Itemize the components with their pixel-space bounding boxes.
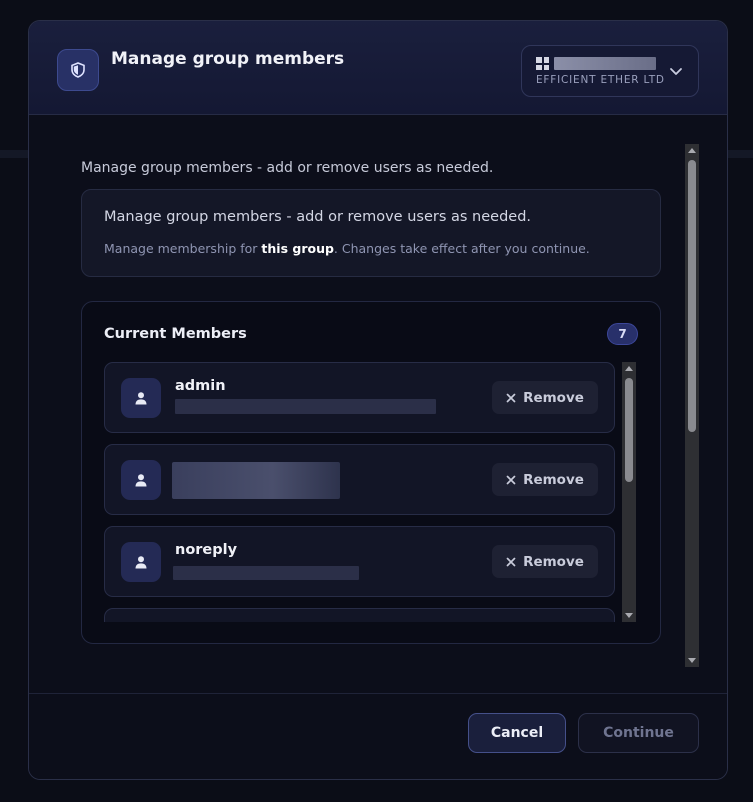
info-sub-bold: this group — [261, 241, 334, 256]
member-name: noreply — [175, 542, 238, 558]
remove-label: Remove — [523, 389, 584, 406]
user-icon — [121, 460, 161, 500]
scrollbar-thumb[interactable] — [688, 160, 696, 432]
scroll-up-icon[interactable] — [625, 365, 633, 373]
dialog-scrollbar[interactable] — [685, 144, 699, 667]
members-title: Current Members — [104, 326, 247, 342]
close-icon — [506, 393, 516, 402]
info-title: Manage group members - add or remove use… — [104, 209, 532, 225]
info-sub-prefix: Manage membership for — [104, 241, 262, 256]
shield-icon — [57, 49, 99, 91]
dialog-description: Manage group members - add or remove use… — [81, 160, 494, 176]
info-sub-suffix: . Changes take effect after you continue… — [333, 241, 590, 256]
remove-label: Remove — [523, 471, 584, 488]
member-name-redacted — [172, 462, 340, 499]
backdrop-strip — [728, 150, 753, 158]
remove-button[interactable]: Remove — [492, 381, 598, 414]
info-box: Manage group members - add or remove use… — [81, 189, 661, 277]
scroll-up-icon[interactable] — [688, 147, 696, 155]
dialog-header: Manage group members EFFICIENT ETHER LTD — [29, 21, 727, 115]
remove-button[interactable]: Remove — [492, 463, 598, 496]
remove-button[interactable]: Remove — [492, 545, 598, 578]
dialog-footer: Cancel Continue — [29, 693, 727, 779]
remove-label: Remove — [523, 553, 584, 570]
chevron-down-icon[interactable] — [668, 63, 684, 79]
member-row-redacted: Remove — [104, 444, 615, 515]
cancel-button[interactable]: Cancel — [468, 713, 566, 753]
continue-button[interactable]: Continue — [578, 713, 699, 753]
org-name-redacted — [554, 57, 656, 70]
member-list[interactable]: admin Remove Remove noreply Remove — [104, 362, 616, 622]
member-email-redacted — [173, 566, 359, 580]
manage-members-dialog: Manage group members EFFICIENT ETHER LTD… — [28, 20, 728, 780]
member-row-admin: admin Remove — [104, 362, 615, 433]
scrollbar-thumb[interactable] — [625, 378, 633, 482]
member-name: admin — [175, 378, 226, 394]
user-icon — [121, 542, 161, 582]
current-members-card: Current Members 7 admin Remove Remove no… — [81, 301, 661, 644]
member-row-noreply: noreply Remove — [104, 526, 615, 597]
close-icon — [506, 475, 516, 484]
scroll-down-icon[interactable] — [688, 656, 696, 664]
close-icon — [506, 557, 516, 566]
member-email-redacted — [175, 399, 436, 414]
org-subtitle: EFFICIENT ETHER LTD — [536, 74, 665, 86]
info-subtitle: Manage membership for this group. Change… — [104, 241, 590, 256]
dialog-body: Manage group members - add or remove use… — [29, 116, 727, 694]
backdrop-strip — [0, 150, 28, 158]
member-list-scrollbar[interactable] — [622, 362, 636, 622]
member-row — [104, 608, 615, 622]
scroll-down-icon[interactable] — [625, 611, 633, 619]
org-switcher[interactable]: EFFICIENT ETHER LTD — [521, 45, 699, 97]
org-logo-icon — [536, 57, 549, 70]
dialog-title: Manage group members — [111, 49, 345, 69]
member-count-badge: 7 — [607, 323, 638, 345]
user-icon — [121, 378, 161, 418]
